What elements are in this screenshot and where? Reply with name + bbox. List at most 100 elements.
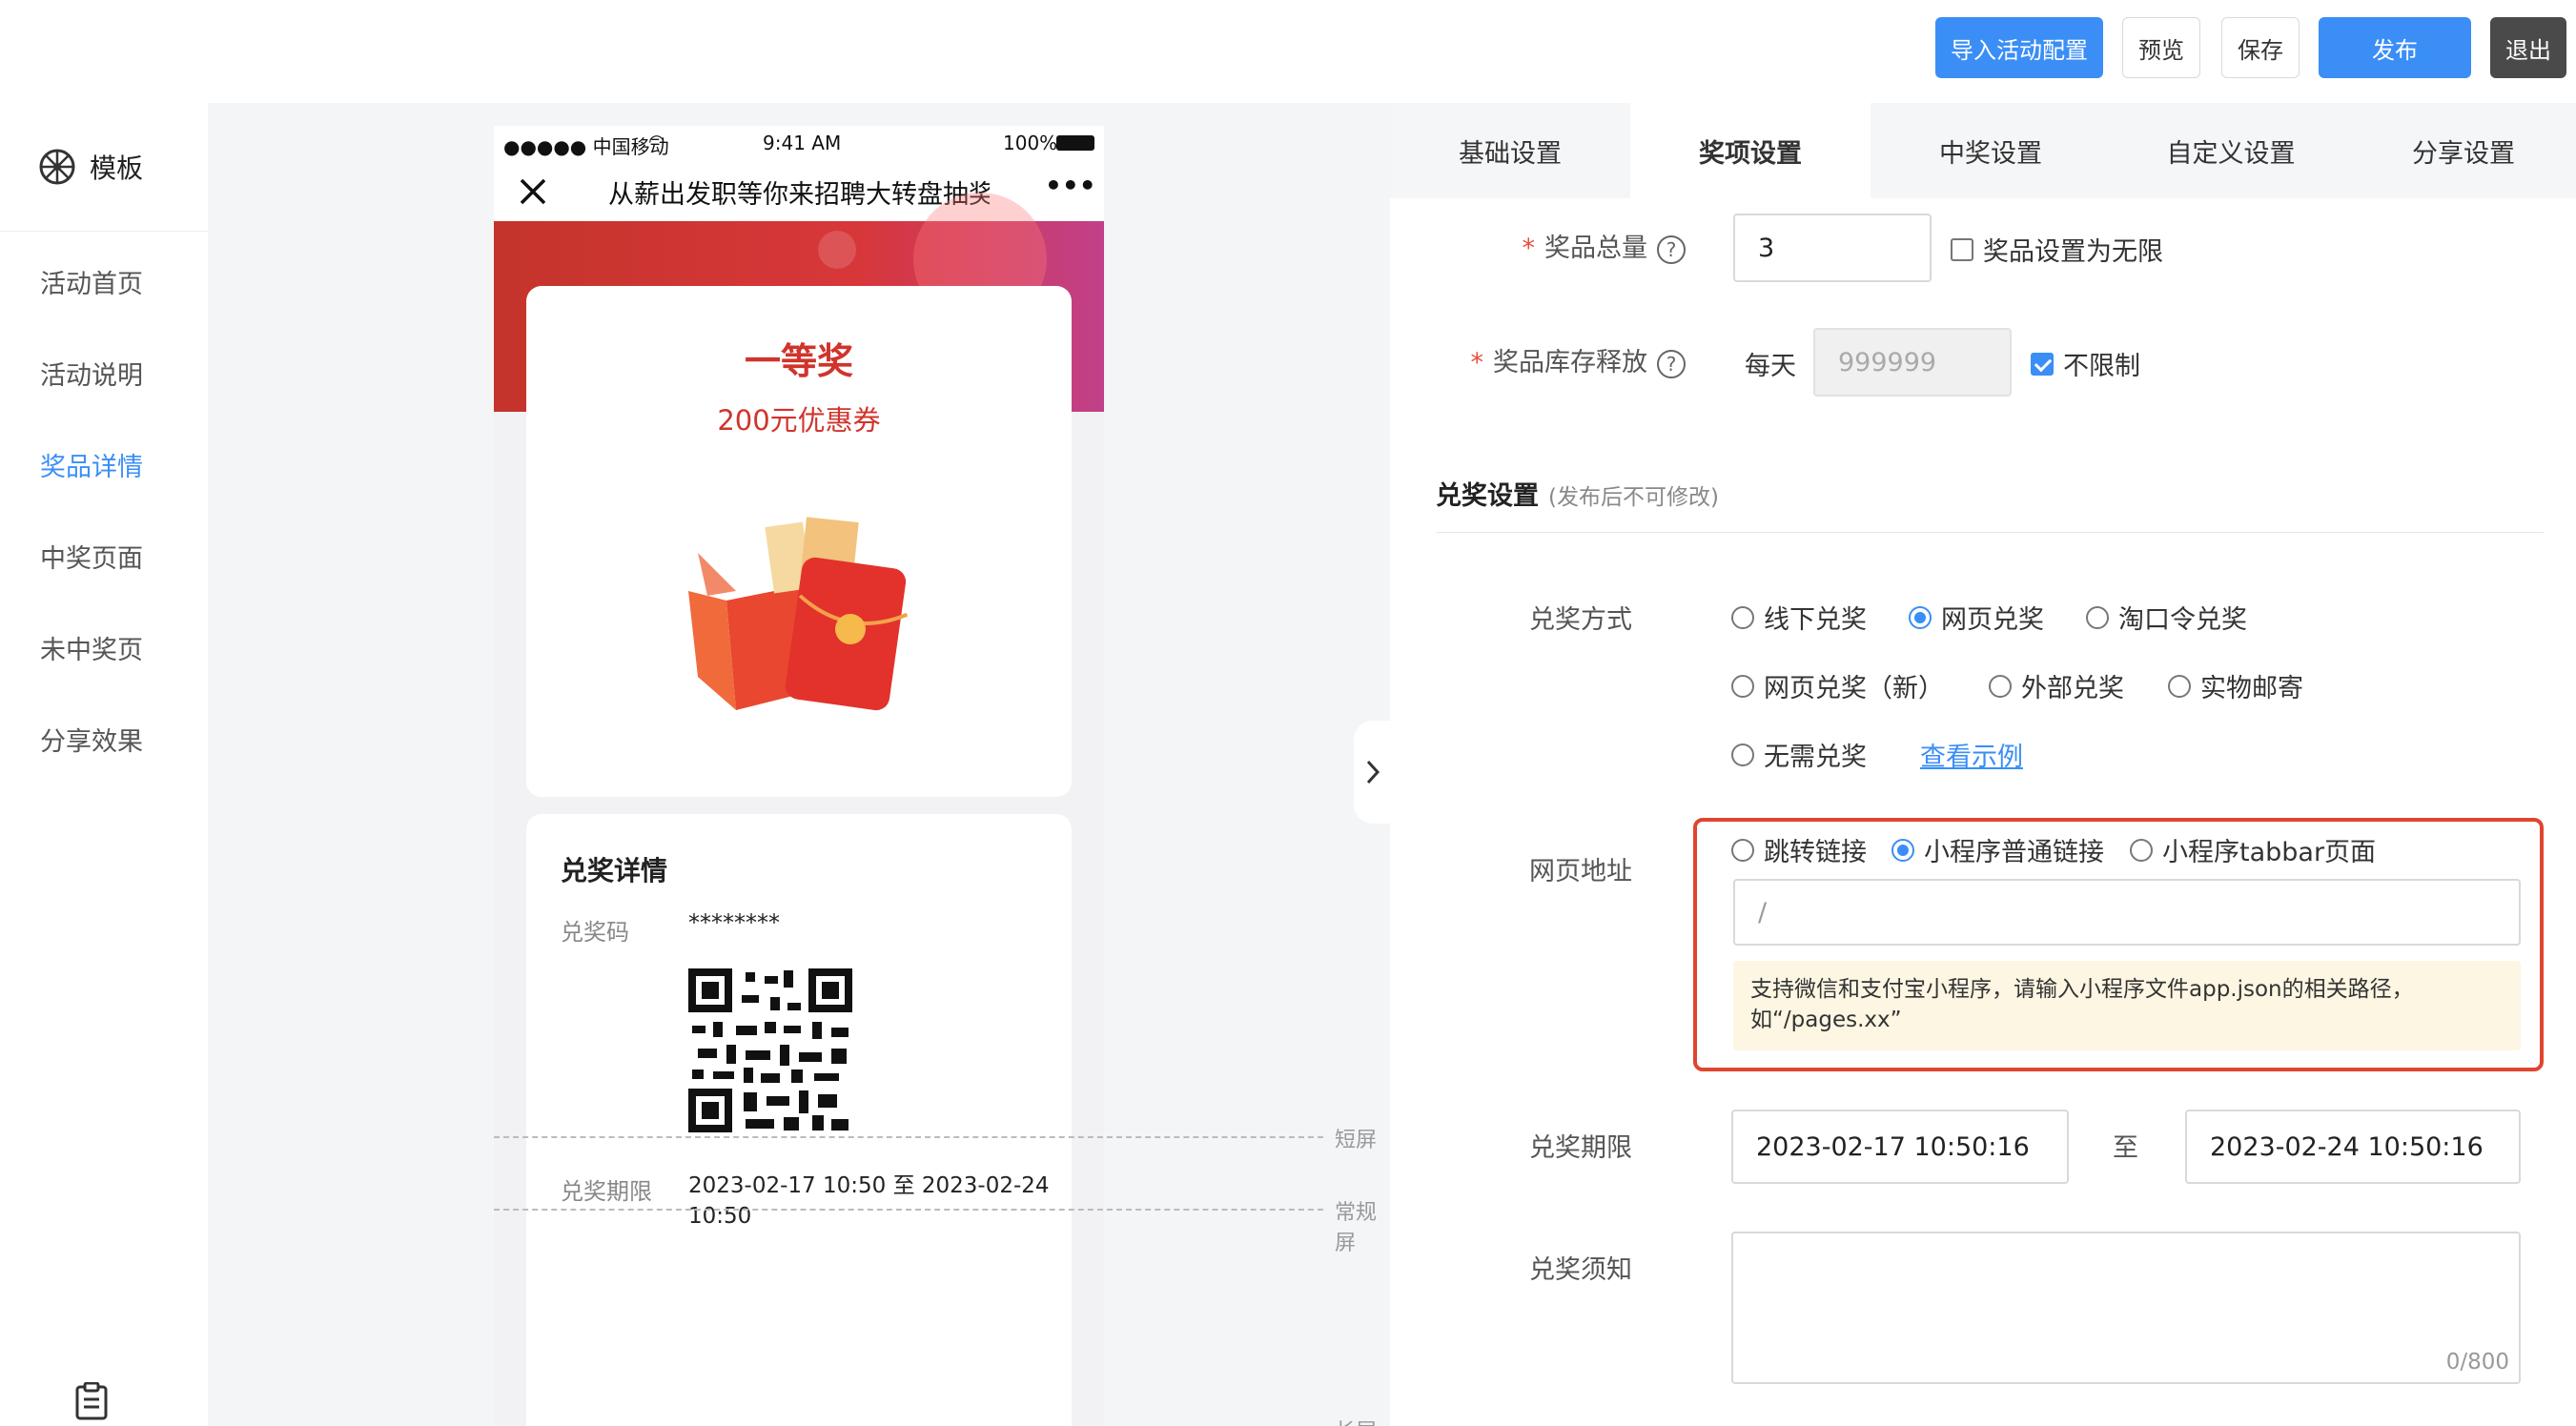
short-screen-line	[494, 1136, 1323, 1138]
prize-name: 200元优惠券	[717, 404, 881, 437]
redeem-notice-label: 兑奖须知	[1529, 1255, 1632, 1285]
radio-circle	[1731, 838, 1754, 862]
method-external-radio[interactable]: 外部兑奖	[1989, 667, 2124, 704]
sidebar-item-winning-page[interactable]: 中奖页面	[40, 538, 143, 575]
preview-button[interactable]: 预览	[2122, 17, 2200, 78]
method-mail-radio[interactable]: 实物邮寄	[2168, 667, 2303, 704]
top-toolbar: 导入活动配置 预览 保存 发布 退出	[0, 0, 2576, 103]
prize-total-label: * 奖品总量?	[1466, 227, 1686, 264]
redeem-code-label: 兑奖码	[561, 919, 629, 946]
unlimited-prize-checkbox[interactable]: 奖品设置为无限	[1951, 231, 2163, 268]
radio-circle	[1731, 605, 1754, 629]
method-none-radio[interactable]: 无需兑奖	[1731, 736, 1867, 773]
sidebar-item-prize-detail[interactable]: 奖品详情	[40, 446, 143, 483]
normal-screen-marker: 常规屏	[1335, 1201, 1378, 1255]
collapse-panel-toggle[interactable]	[1354, 721, 1392, 824]
radio-circle	[1989, 674, 2012, 698]
view-example-link[interactable]: 查看示例	[1920, 736, 2023, 773]
import-config-button[interactable]: 导入活动配置	[1935, 17, 2103, 78]
help-icon[interactable]: ?	[1657, 349, 1686, 378]
clipboard-icon[interactable]	[74, 1382, 109, 1420]
publish-button[interactable]: 发布	[2319, 17, 2471, 78]
method-web-radio[interactable]: 网页兑奖	[1909, 599, 2044, 636]
radio-label: 小程序普通链接	[1924, 838, 2104, 867]
radio-circle	[2168, 674, 2191, 698]
url-type-miniprogram-radio[interactable]: 小程序普通链接	[1891, 831, 2104, 868]
left-sidebar: 模板 活动首页 活动说明 奖品详情 中奖页面 未中奖页 分享效果	[0, 103, 208, 1426]
radio-label: 小程序tabbar页面	[2162, 838, 2377, 867]
radio-label: 实物邮寄	[2200, 674, 2303, 703]
preview-area: ●●●●● 中国移动 ◠ 9:41 AM 100% 从薪出发职等你来招聘大转盘抽…	[208, 103, 1390, 1426]
redeem-period-value: 2023-02-17 10:50 至 2023-02-24 10:50	[688, 1173, 1050, 1229]
redeem-notice-textarea[interactable]: 0/800	[1731, 1232, 2521, 1384]
carrier-text: ●●●●● 中国移动	[503, 135, 669, 158]
redeem-method-label: 兑奖方式	[1529, 605, 1632, 635]
normal-screen-line	[494, 1209, 1323, 1211]
redeem-code-value: ********	[688, 909, 780, 936]
sidebar-header[interactable]: 模板	[0, 103, 208, 232]
method-web-new-radio[interactable]: 网页兑奖（新）	[1731, 667, 1944, 704]
save-button[interactable]: 保存	[2221, 17, 2300, 78]
battery-text: 100%	[1003, 132, 1058, 154]
phone-preview: ●●●●● 中国移动 ◠ 9:41 AM 100% 从薪出发职等你来招聘大转盘抽…	[494, 126, 1104, 1426]
section-note: (发布后不可修改)	[1548, 485, 1719, 510]
start-date-input[interactable]: 2023-02-17 10:50:16	[1731, 1110, 2069, 1184]
url-type-tabbar-radio[interactable]: 小程序tabbar页面	[2130, 831, 2376, 868]
radio-circle	[1731, 743, 1754, 766]
prize-total-input[interactable]: 3	[1733, 214, 1932, 282]
wifi-icon: ◠	[648, 130, 665, 153]
section-divider	[1436, 532, 2544, 533]
url-type-redirect-radio[interactable]: 跳转链接	[1731, 831, 1867, 868]
more-icon[interactable]: •••	[1045, 170, 1096, 201]
radio-label: 外部兑奖	[2021, 674, 2124, 703]
method-taokouling-radio[interactable]: 淘口令兑奖	[2086, 599, 2247, 636]
radio-label: 线下兑奖	[1764, 605, 1867, 635]
redeem-period-label: 兑奖期限	[561, 1178, 652, 1205]
redeem-detail-card: 兑奖详情 兑奖码 ******** 兑奖期限 2023-02-17 10:50 …	[526, 814, 1072, 1426]
banner-bubble	[818, 231, 856, 269]
gift-box-icon	[688, 517, 909, 711]
sidebar-item-share-effect[interactable]: 分享效果	[40, 721, 143, 758]
method-offline-radio[interactable]: 线下兑奖	[1731, 599, 1867, 636]
settings-panel: 基础设置 奖项设置 中奖设置 自定义设置 分享设置 * 奖品总量? 3 奖品设置为…	[1390, 103, 2576, 1426]
required-mark: *	[1522, 234, 1536, 263]
checkbox-box	[2031, 352, 2054, 376]
char-counter: 0/800	[2445, 1350, 2509, 1375]
checkbox-box	[1951, 237, 1973, 261]
close-icon[interactable]	[519, 177, 547, 206]
tab-basic-settings[interactable]: 基础设置	[1390, 103, 1630, 198]
stock-release-label: * 奖品库存释放?	[1409, 341, 1686, 378]
phone-page-title: 从薪出发职等你来招聘大转盘抽奖	[608, 180, 990, 210]
per-day-label: 每天	[1745, 352, 1796, 381]
battery-icon	[1056, 135, 1094, 151]
radio-circle	[2130, 838, 2153, 862]
sidebar-item-activity-description[interactable]: 活动说明	[40, 355, 143, 392]
required-mark: *	[1470, 348, 1484, 377]
stock-release-input[interactable]: 999999	[1813, 328, 2012, 397]
redeem-detail-title: 兑奖详情	[561, 855, 668, 886]
tab-prize-settings[interactable]: 奖项设置	[1630, 103, 1871, 198]
radio-circle	[1909, 605, 1932, 629]
radio-label: 淘口令兑奖	[2118, 605, 2247, 635]
long-screen-marker: 长屏	[1335, 1415, 1377, 1426]
no-limit-checkbox[interactable]: 不限制	[2031, 345, 2140, 382]
wheel-icon	[39, 149, 75, 185]
end-date-input[interactable]: 2023-02-24 10:50:16	[2185, 1110, 2521, 1184]
radio-label: 跳转链接	[1764, 838, 1867, 867]
phone-status-bar: ●●●●● 中国移动 ◠ 9:41 AM 100%	[494, 126, 1104, 160]
sidebar-item-activity-home[interactable]: 活动首页	[40, 263, 143, 300]
tab-winning-settings[interactable]: 中奖设置	[1871, 103, 2111, 198]
url-help-tip: 支持微信和支付宝小程序，请输入小程序文件app.json的相关路径，如“/pag…	[1733, 961, 2521, 1050]
sidebar-item-losing-page[interactable]: 未中奖页	[40, 629, 143, 666]
tab-share-settings[interactable]: 分享设置	[2351, 103, 2576, 198]
tab-custom-settings[interactable]: 自定义设置	[2111, 103, 2351, 198]
url-path-input[interactable]: /	[1733, 879, 2521, 946]
redeem-settings-title: 兑奖设置 (发布后不可修改)	[1436, 475, 1719, 512]
status-time: 9:41 AM	[763, 132, 842, 154]
exit-button[interactable]: 退出	[2490, 17, 2566, 78]
redeem-period-field-label: 兑奖期限	[1529, 1133, 1632, 1163]
radio-label: 网页兑奖（新）	[1764, 674, 1944, 703]
help-icon[interactable]: ?	[1657, 234, 1686, 264]
radio-label: 网页兑奖	[1941, 605, 2044, 635]
no-limit-label: 不限制	[2063, 352, 2140, 381]
